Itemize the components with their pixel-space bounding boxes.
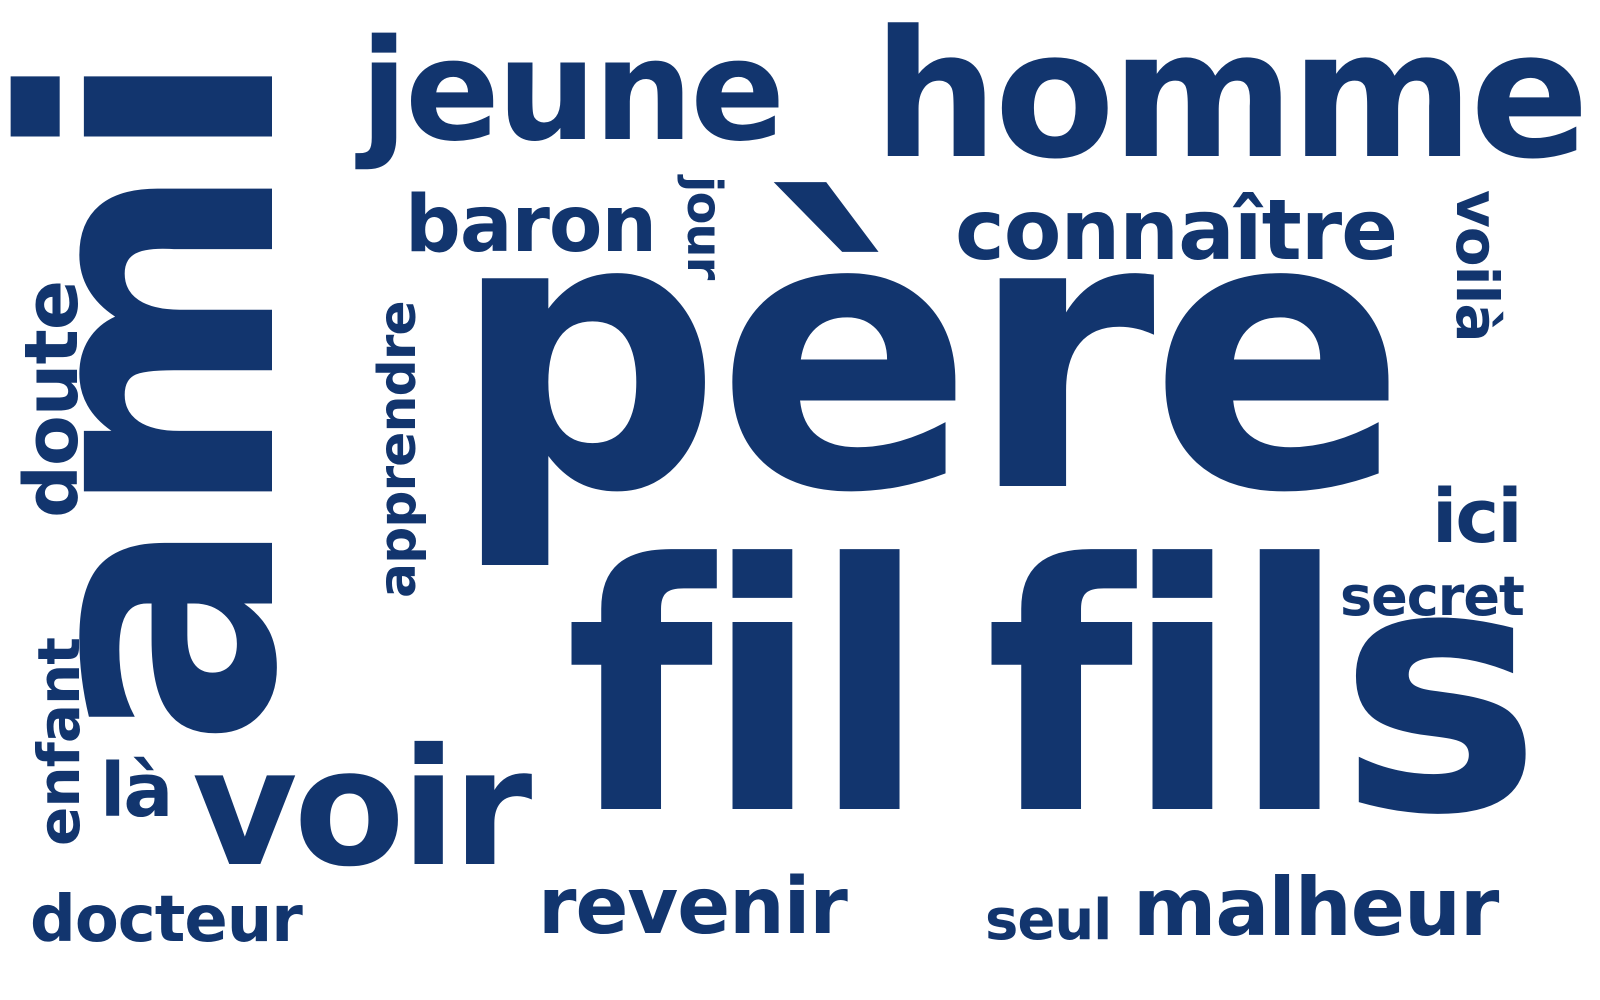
- word-secret: secret: [1340, 565, 1525, 628]
- word-connaitre: connaître: [955, 181, 1398, 279]
- word-jour: jour: [676, 176, 732, 280]
- word-voir: voir: [192, 715, 532, 903]
- word-cloud: père ami fil fils homme jeune voir conna…: [0, 0, 1600, 1000]
- word-revenir: revenir: [538, 862, 848, 952]
- word-la: là: [100, 748, 173, 834]
- word-homme: homme: [873, 0, 1589, 198]
- word-apprendre: apprendre: [368, 301, 428, 598]
- word-enfant: enfant: [25, 637, 93, 846]
- word-baron: baron: [405, 180, 657, 270]
- word-ici: ici: [1432, 474, 1523, 560]
- word-voila: voilà: [1443, 190, 1511, 342]
- word-fil: fil: [565, 492, 928, 890]
- word-jeune: jeune: [360, 10, 785, 173]
- word-seul: seul: [985, 888, 1112, 953]
- word-doute: doute: [9, 280, 95, 518]
- word-docteur: docteur: [30, 883, 303, 957]
- word-malheur: malheur: [1133, 861, 1499, 954]
